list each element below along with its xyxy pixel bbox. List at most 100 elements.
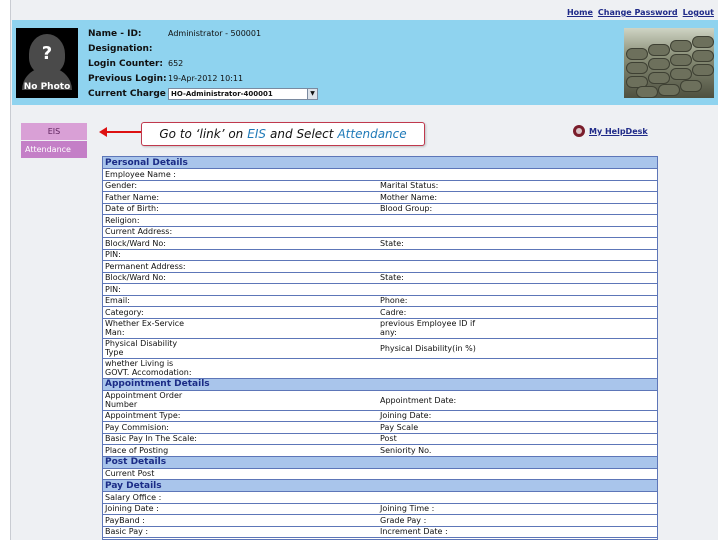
row-label: Current Address:: [105, 227, 173, 237]
name-id-row: Name - ID: Administrator - 500001: [88, 26, 318, 41]
row-label-right: previous Employee ID if any:: [380, 319, 476, 337]
row-label-right: [378, 215, 657, 226]
no-photo-label: No Photo: [23, 82, 71, 92]
row-label-right: State:: [380, 273, 404, 283]
row-label: PayBand :: [105, 515, 145, 525]
row-label-right: [378, 250, 657, 261]
menu-item-eis[interactable]: EIS: [21, 123, 87, 140]
page-frame: Home Change Password Logout ? No Photo N…: [10, 0, 718, 540]
previous-login-row: Previous Login: 19-Apr-2012 10:11: [88, 71, 318, 86]
detail-row: Basic Pay : Increment Date :: [103, 527, 657, 538]
row-label: whether Living is GOVT. Accomodation:: [105, 359, 192, 377]
current-charge-value: HO-Administrator-400001: [171, 89, 273, 98]
login-counter-label: Login Counter:: [88, 58, 164, 69]
menu-item-attendance[interactable]: Attendance: [21, 141, 87, 158]
row-label: Father Name:: [105, 192, 160, 202]
detail-row: Block/Ward No: State:: [103, 273, 657, 284]
row-label-right: Mother Name:: [380, 192, 438, 202]
detail-row: PIN:: [103, 250, 657, 261]
no-photo-avatar: ? No Photo: [16, 28, 78, 98]
row-label-right: Post: [380, 434, 397, 444]
row-label: Block/Ward No:: [105, 238, 166, 248]
row-label: Pay Commision:: [105, 422, 169, 432]
row-label: Whether Ex-Service Man:: [105, 319, 185, 337]
row-label-right: Physical Disability(in %): [380, 343, 476, 353]
row-label: Gender:: [105, 181, 138, 191]
row-label: Employee Name :: [105, 169, 177, 179]
detail-row: PayBand : Grade Pay :: [103, 515, 657, 527]
row-label-right: Phone:: [380, 296, 408, 306]
row-label-right: [378, 227, 657, 238]
section-pay-details: Pay Details: [103, 480, 657, 492]
detail-row: Current Post: [103, 469, 657, 480]
question-mark: ?: [41, 43, 53, 64]
row-label: Physical Disability Type: [105, 339, 178, 357]
profile-info: Name - ID: Administrator - 500001 Design…: [88, 26, 318, 101]
employee-details-form: Personal Details Employee Name : Gender:…: [102, 156, 658, 540]
grain-sacks-image: [624, 28, 714, 98]
detail-row: Block/Ward No: State:: [103, 238, 657, 250]
row-label-right: Joining Time :: [380, 504, 435, 514]
home-link[interactable]: Home: [567, 8, 593, 17]
detail-row: Current Address:: [103, 227, 657, 238]
change-password-link[interactable]: Change Password: [598, 8, 678, 17]
row-label-right: Pay Scale: [380, 422, 419, 432]
row-label: Salary Office :: [105, 492, 162, 502]
helpdesk-link[interactable]: My HelpDesk: [573, 125, 648, 137]
detail-row: Basic Pay In The Scale: Post: [103, 434, 657, 445]
row-label-right: [378, 492, 657, 503]
callout-middle: and Select: [270, 127, 334, 141]
detail-row: Appointment Type: Joining Date:: [103, 411, 657, 422]
previous-login-label: Previous Login:: [88, 73, 167, 84]
detail-row: Permanent Address:: [103, 261, 657, 273]
detail-row: Category: Cadre:: [103, 307, 657, 319]
detail-row: Date of Birth: Blood Group:: [103, 204, 657, 215]
side-menu: EIS Attendance: [21, 123, 87, 158]
callout-eis: EIS: [247, 127, 267, 141]
detail-row: Whether Ex-Service Man: previous Employee…: [103, 319, 657, 339]
detail-row: Email: Phone:: [103, 296, 657, 307]
helpdesk-label: My HelpDesk: [589, 126, 648, 136]
row-label-right: State:: [380, 238, 404, 248]
detail-row: Place of Posting Seniority No.: [103, 445, 657, 457]
row-label-right: [378, 469, 657, 480]
row-label: PIN:: [105, 284, 121, 294]
row-label: Basic Pay In The Scale:: [105, 434, 197, 444]
instruction-callout: Go to ‘link’ on EIS and Select Attendanc…: [141, 122, 425, 146]
row-label-right: [378, 284, 657, 295]
row-label: Email:: [105, 296, 130, 306]
current-charge-row: Current Charge HO-Administrator-400001 ▼: [88, 86, 318, 101]
designation-label: Designation:: [88, 43, 153, 54]
callout-prefix: Go to ‘link’ on: [159, 127, 244, 141]
callout-arrow-line: [105, 131, 141, 133]
row-label-right: Increment Date :: [380, 527, 448, 537]
name-id-value: Administrator - 500001: [168, 29, 262, 38]
dropdown-arrow-icon: ▼: [307, 88, 317, 99]
row-label-right: [378, 261, 657, 272]
row-label-right: Marital Status:: [380, 181, 439, 191]
helpdesk-icon: [573, 125, 585, 137]
detail-row: Religion:: [103, 215, 657, 227]
logout-link[interactable]: Logout: [683, 8, 714, 17]
row-label-right: Cadre:: [380, 307, 407, 317]
detail-row: Appointment Order Number Appointment Date…: [103, 391, 657, 411]
detail-row: Father Name: Mother Name:: [103, 192, 657, 204]
row-label: Appointment Type:: [105, 411, 181, 421]
row-label-right: Blood Group:: [380, 204, 433, 214]
row-label: Block/Ward No:: [105, 273, 166, 283]
detail-row: Joining Date : Joining Time :: [103, 504, 657, 515]
callout-attendance: Attendance: [337, 127, 407, 141]
current-charge-select[interactable]: HO-Administrator-400001 ▼: [168, 87, 318, 100]
detail-row: Pay Commision: Pay Scale: [103, 422, 657, 434]
row-label: Place of Posting: [105, 445, 169, 455]
detail-row: Salary Office :: [103, 492, 657, 504]
row-label: Basic Pay :: [105, 527, 149, 537]
detail-row: Gender: Marital Status:: [103, 181, 657, 192]
row-label-right: Seniority No.: [380, 445, 432, 455]
previous-login-value: 19-Apr-2012 10:11: [168, 74, 244, 83]
detail-row: Physical Disability Type Physical Disabil…: [103, 339, 657, 359]
login-counter-value: 652: [168, 59, 184, 68]
row-label: Religion:: [105, 215, 140, 225]
top-links: Home Change Password Logout: [567, 8, 714, 17]
row-label: Date of Birth:: [105, 204, 159, 214]
